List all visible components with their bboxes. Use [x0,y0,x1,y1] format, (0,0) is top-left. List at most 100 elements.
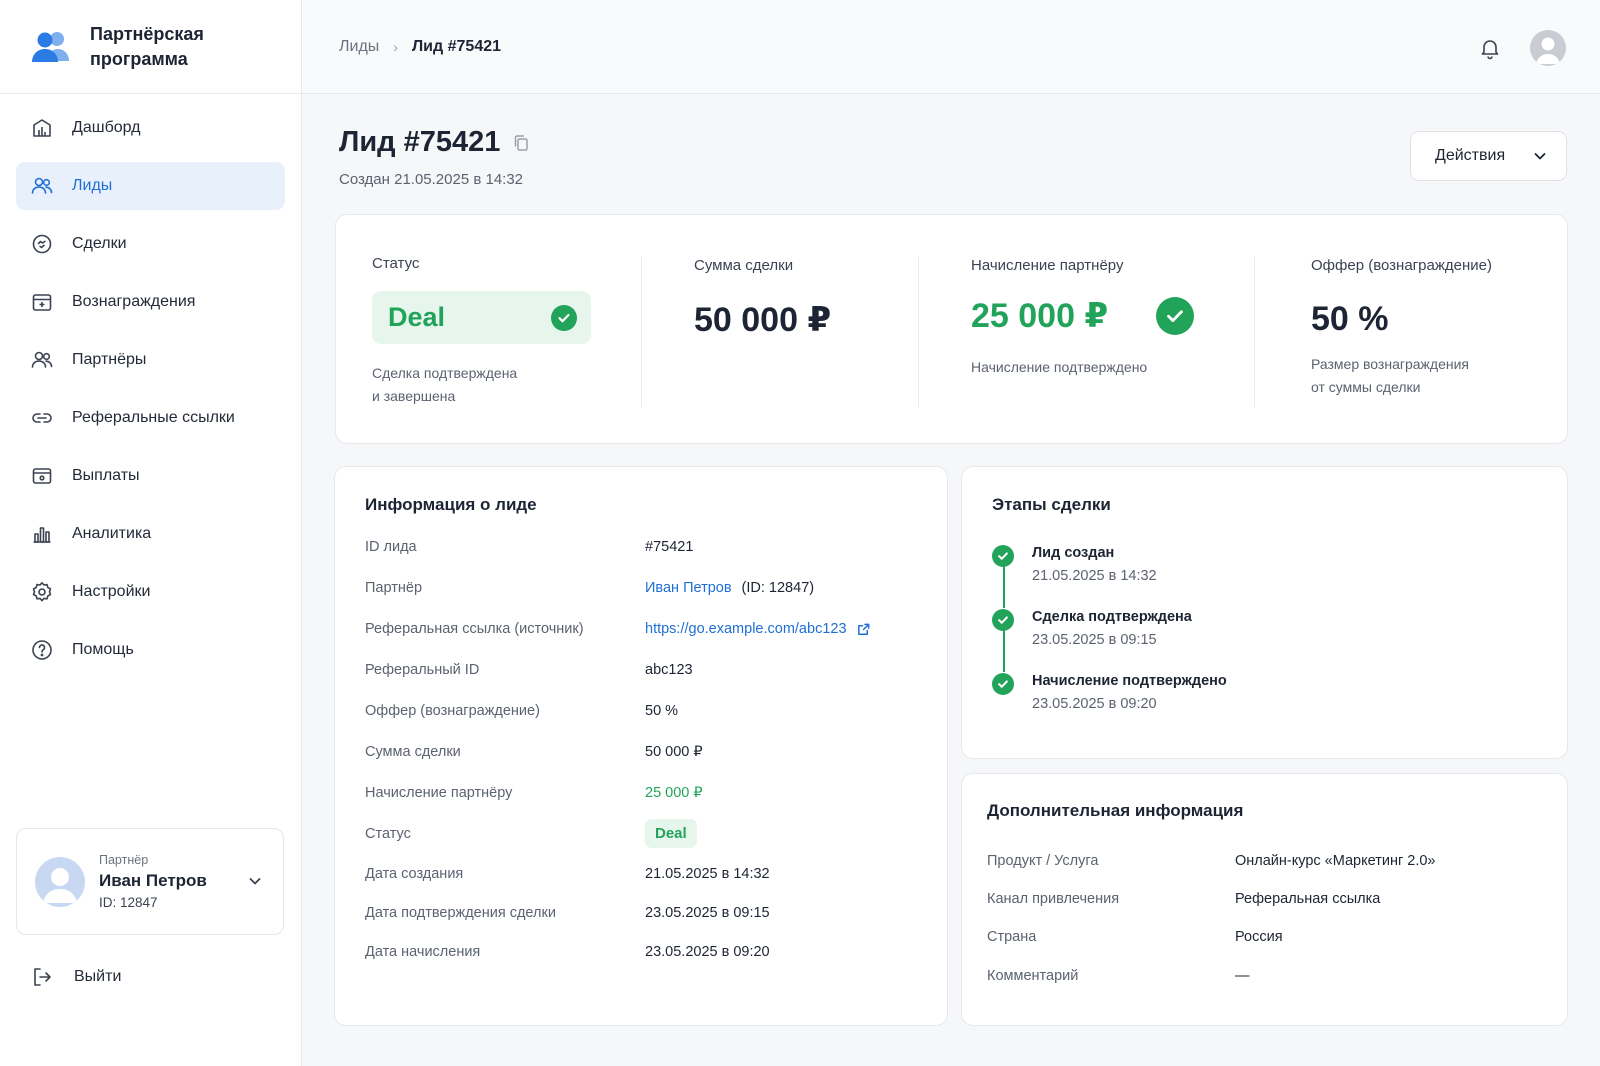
user-avatar-icon [1536,37,1560,64]
extra-value: Онлайн-курс «Маркетинг 2.0» [1235,853,1436,869]
summary-card: Статус Deal Сделка подтверждена и заверш… [335,214,1568,444]
info-row-partner: Партнёр Иван Петров (ID: 12847) [365,580,925,596]
actions-dropdown[interactable]: Действия [1410,131,1567,181]
logout-icon [34,968,51,986]
summary-status: Статус Deal Сделка подтверждена и заверш… [372,215,591,445]
chart-icon [33,527,51,543]
brand[interactable]: Партнёрская программа [0,0,301,94]
avatar [35,856,85,907]
info-value: 21.05.2025 в 14:32 [645,866,770,882]
sidebar-item-payouts[interactable]: Выплаты [16,452,285,500]
summary-offer-note: Размер вознаграждения от суммы сделки [1311,353,1492,399]
breadcrumb-current: Лид #75421 [411,38,502,55]
info-key: Партнёр [365,580,423,596]
breadcrumb-parent[interactable]: Лиды [339,38,379,56]
sidebar-item-dashboard[interactable]: Дашборд [16,104,285,152]
partner-link[interactable]: Иван Петров [645,580,732,596]
sidebar-item-label: Партнёры [72,351,147,368]
sidebar-item-deals[interactable]: Сделки [16,220,285,268]
sidebar-item-analytics[interactable]: Аналитика [16,510,285,558]
breadcrumb-separator: › [393,39,398,55]
stages-title: Этапы сделки [992,495,1111,514]
status-badge: Deal [645,819,697,848]
logout-button[interactable]: Выйти [30,965,121,989]
info-row-offer: Оффер (вознаграждение) 50 % [365,703,925,719]
info-row-confirmed: Дата подтверждения сделки 23.05.2025 в 0… [365,905,925,921]
user-id: ID: 12847 [99,895,158,910]
info-value: https://go.example.com/abc123 [645,621,871,637]
info-value: Deal [645,819,697,848]
reward-icon [32,294,52,311]
stage-item: Лид создан 21.05.2025 в 14:32 [992,545,1157,584]
check-icon [551,304,577,331]
user-name: Иван Петров [99,871,207,890]
extra-info-card: Дополнительная информация Продукт / Услу… [961,773,1568,1026]
summary-accrual-label: Начисление партнёру [971,257,1124,274]
chevron-down-icon[interactable] [247,873,263,889]
sidebar-item-label: Вознаграждения [72,293,196,310]
extra-key: Канал привлечения [987,891,1120,907]
created-date: Создан 21.05.2025 в 14:32 [339,171,524,188]
check-icon [992,545,1014,567]
wallet-icon [32,468,52,484]
info-value: 50 % [645,703,679,719]
partners-logo-icon [32,31,69,62]
page-header: Лид #75421 Создан 21.05.2025 в 14:32 [339,126,530,188]
lead-info-card: Информация о лиде ID лида #75421 Партнёр… [334,466,948,1026]
info-value: 23.05.2025 в 09:15 [645,905,770,921]
summary-offer-note-line1: Размер вознаграждения [1311,356,1469,372]
sidebar-item-label: Выплаты [72,467,140,484]
summary-offer-label: Оффер (вознаграждение) [1311,257,1492,274]
sidebar-item-referral-links[interactable]: Реферальные ссылки [16,394,285,442]
brand-title-line2: программа [90,48,188,69]
info-value: 23.05.2025 в 09:20 [645,944,770,960]
extra-info-title: Дополнительная информация [987,801,1244,820]
summary-offer-value: 50 % [1311,300,1389,338]
extra-key: Продукт / Услуга [987,853,1099,869]
referral-link[interactable]: https://go.example.com/abc123 [645,621,847,637]
sidebar-item-leads[interactable]: Лиды [16,162,285,210]
extra-row: Комментарий — [987,968,1547,984]
info-key: Статус [365,825,411,842]
bell-icon[interactable] [1478,36,1502,60]
users-icon [31,177,53,194]
topbar: Лиды › Лид #75421 [302,0,1600,94]
copy-icon[interactable] [512,134,530,152]
summary-status-note: Сделка подтверждена и завершена [372,362,591,408]
sidebar-item-label: Аналитика [72,525,152,542]
stage-title: Начисление подтверждено [1032,673,1227,689]
stages-card: Этапы сделки Лид создан 21.05.2025 в 14:… [961,466,1568,759]
lead-info-title: Информация о лиде [365,495,537,514]
link-icon [32,413,52,423]
user-card[interactable]: Партнёр Иван Петров ID: 12847 [16,828,284,935]
external-link-icon[interactable] [856,622,871,637]
summary-accrual-row: 25 000 ₽ [971,296,1195,336]
extra-value: — [1235,968,1250,984]
info-key: Реферальный ID [365,662,480,678]
header-avatar[interactable] [1530,30,1566,66]
sidebar-item-partners[interactable]: Партнёры [16,336,285,384]
sidebar-item-rewards[interactable]: Вознаграждения [16,278,285,326]
info-row-created: Дата создания 21.05.2025 в 14:32 [365,866,925,882]
user-avatar-icon [43,867,77,903]
info-value: 50 000 ₽ [645,744,703,760]
extra-key: Страна [987,929,1037,945]
stage-title: Сделка подтверждена [1032,609,1192,625]
sidebar: Партнёрская программа Дашборд Лиды Сделк… [0,0,302,1066]
sidebar-item-label: Реферальные ссылки [72,409,235,426]
page-title-text: Лид #75421 [339,126,501,158]
sidebar-item-help[interactable]: Помощь [16,626,285,674]
status-badge-text: Deal [388,302,446,332]
help-icon [32,640,52,660]
status-badge: Deal [372,291,591,344]
sidebar-item-settings[interactable]: Настройки [16,568,285,616]
summary-amount-value: 50 000 ₽ [694,301,832,339]
brand-title: Партнёрская программа [90,22,204,72]
sidebar-item-label: Сделки [72,235,127,252]
sidebar-item-label: Помощь [72,641,134,658]
breadcrumb: Лиды › Лид #75421 [339,38,501,56]
chevron-down-icon [1534,153,1546,160]
check-icon [992,609,1014,631]
summary-offer: Оффер (вознаграждение) 50 % Размер возна… [1311,215,1492,445]
extra-row: Продукт / Услуга Онлайн-курс «Маркетинг … [987,853,1547,869]
